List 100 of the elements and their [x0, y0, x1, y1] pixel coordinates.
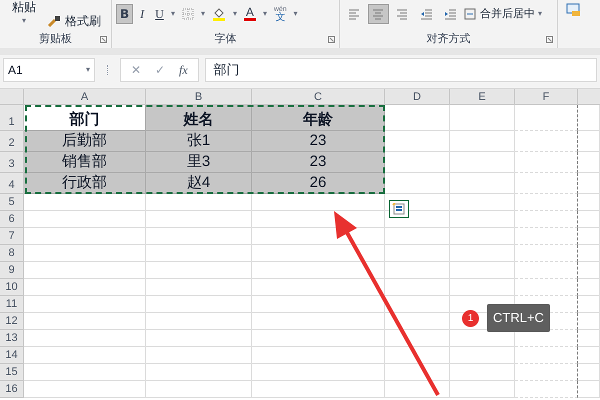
row-header[interactable]: 15 [0, 364, 24, 381]
empty-cell [385, 228, 450, 245]
row-header[interactable]: 9 [0, 262, 24, 279]
empty-cell [578, 330, 600, 347]
empty-cell [578, 262, 600, 279]
insert-function-button[interactable]: fx [179, 61, 188, 79]
row-header[interactable]: 4 [0, 173, 24, 194]
empty-cell [515, 245, 578, 262]
row-header[interactable]: 10 [0, 279, 24, 296]
row-header[interactable]: 2 [0, 131, 24, 152]
empty-cell [385, 245, 450, 262]
empty-cell [578, 381, 600, 398]
row-header[interactable]: 1 [0, 105, 24, 131]
align-left-icon [348, 7, 361, 21]
empty-cell [450, 262, 515, 279]
row-header[interactable]: 3 [0, 152, 24, 173]
dropdown-arrow[interactable]: ▾ [232, 8, 237, 20]
empty-cell [385, 330, 450, 347]
empty-cell [450, 105, 515, 131]
dialog-launcher-icon [100, 36, 107, 43]
indent-icon [444, 7, 457, 21]
group-label: 对齐方式 [426, 32, 470, 47]
empty-cell [515, 381, 578, 398]
table-cell: 姓名 [146, 105, 252, 131]
clipboard-icon [392, 203, 406, 215]
empty-cell [578, 194, 600, 211]
empty-cell [385, 279, 450, 296]
empty-cell [450, 347, 515, 364]
paste-options-button[interactable] [389, 200, 409, 218]
table-cell: 部门 [24, 105, 146, 131]
empty-cell [578, 173, 600, 194]
row-header[interactable]: 14 [0, 347, 24, 364]
empty-cell [578, 245, 600, 262]
empty-cell [385, 347, 450, 364]
empty-cell [578, 296, 600, 313]
empty-cell [515, 105, 578, 131]
empty-cell [385, 262, 450, 279]
empty-cell [578, 131, 600, 152]
merge-center-button[interactable]: 合并后居中 [464, 4, 535, 24]
empty-cell [515, 279, 578, 296]
row-header[interactable]: 13 [0, 330, 24, 347]
step-badge: 1 [462, 310, 479, 326]
row-header[interactable]: 6 [0, 211, 24, 228]
dropdown-arrow[interactable]: ▾ [538, 8, 542, 20]
table-cell: 行政部 [24, 173, 146, 194]
row-header[interactable]: 7 [0, 228, 24, 245]
dropdown-arrow[interactable]: ▾ [170, 8, 175, 20]
column-header[interactable]: E [450, 89, 515, 105]
brush-icon [47, 15, 61, 27]
column-header[interactable]: A [24, 89, 146, 105]
empty-cell [450, 381, 515, 398]
empty-cell [450, 364, 515, 381]
column-header[interactable]: D [385, 89, 450, 105]
column-header[interactable]: B [146, 89, 252, 105]
empty-cell [385, 381, 450, 398]
column-header[interactable]: F [515, 89, 578, 105]
column-header[interactable]: C [252, 89, 385, 105]
dropdown-arrow[interactable]: ▾ [262, 8, 267, 20]
outdent-icon [420, 7, 433, 21]
empty-cell [450, 279, 515, 296]
empty-cell [385, 296, 450, 313]
group-label: 字体 [214, 32, 236, 47]
dropdown-arrow[interactable]: ▾ [200, 8, 205, 20]
borders-icon [182, 8, 194, 20]
row-header[interactable]: 11 [0, 296, 24, 313]
empty-cell [515, 152, 578, 173]
formula-input[interactable]: 部门 [204, 58, 597, 82]
empty-cell [450, 228, 515, 245]
empty-cell [515, 262, 578, 279]
italic-button[interactable]: I [136, 4, 148, 24]
row-header[interactable]: 16 [0, 381, 24, 398]
fontcolor-button[interactable]: A [240, 4, 260, 24]
empty-cell [450, 152, 515, 173]
empty-cell [515, 211, 578, 228]
empty-cell [385, 364, 450, 381]
align-center-button[interactable] [368, 4, 389, 24]
color-bar [244, 18, 256, 21]
empty-cell [515, 347, 578, 364]
empty-cell [450, 194, 515, 211]
empty-cell [515, 194, 578, 211]
merge-cells-icon [464, 8, 476, 20]
bold-button[interactable]: B [116, 4, 134, 24]
table-cell: 销售部 [24, 152, 146, 173]
empty-cell [578, 228, 600, 245]
dropdown-arrow[interactable]: ▾ [294, 8, 298, 20]
name-box[interactable]: A1 ▾ [3, 58, 95, 82]
table-cell: 后勤部 [24, 131, 146, 152]
empty-cell [578, 347, 600, 364]
row-header[interactable]: 8 [0, 245, 24, 262]
table-cell: 里3 [146, 152, 252, 173]
table-cell: 26 [252, 173, 385, 194]
table-cell: 赵4 [146, 173, 252, 194]
format-painter-button[interactable]: 格式刷 [47, 12, 101, 30]
font-color-letter: A [246, 7, 254, 18]
row-header[interactable]: 5 [0, 194, 24, 211]
table-cell: 张1 [146, 131, 252, 152]
conditional-format-icon [566, 3, 582, 17]
paste-button[interactable]: 粘贴 ▾ [4, 0, 44, 28]
underline-button[interactable]: U [151, 4, 168, 24]
row-header[interactable]: 12 [0, 313, 24, 330]
